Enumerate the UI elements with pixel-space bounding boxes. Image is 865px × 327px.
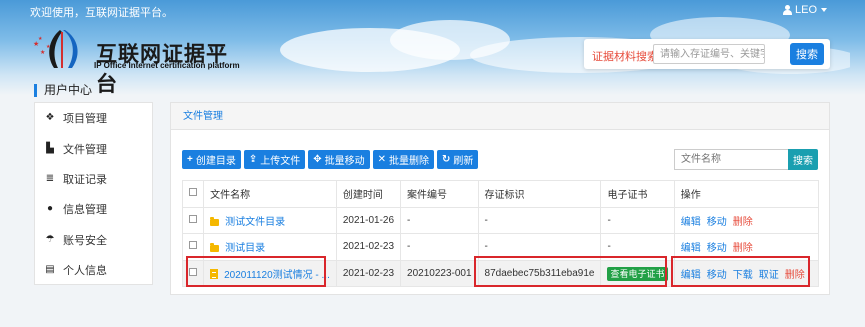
column-header: 创建时间 bbox=[335, 180, 402, 208]
delete-link[interactable]: 删除 bbox=[733, 243, 753, 254]
svg-text:★: ★ bbox=[40, 49, 45, 56]
sidebar-item-security[interactable]: ☂ 账号安全 bbox=[35, 225, 152, 255]
comment-icon: ● bbox=[46, 203, 54, 215]
table-header-row: 文件名称 创建时间 案件编号 存证标识 电子证书 操作 bbox=[181, 180, 820, 208]
evidence-search-button[interactable]: 搜索 bbox=[790, 43, 824, 65]
sidebar-item-label: 信息管理 bbox=[63, 204, 107, 217]
folder-icon bbox=[210, 243, 220, 253]
evidence-search-box: 证据材料搜索: 搜索 bbox=[584, 39, 830, 69]
case-number: - bbox=[400, 233, 479, 261]
certificate: - bbox=[600, 206, 675, 234]
times-icon: ✕ bbox=[377, 154, 387, 165]
sidebar-item-files[interactable]: ▙ 文件管理 bbox=[35, 133, 152, 163]
delete-link[interactable]: 删除 bbox=[733, 217, 753, 228]
column-header: 存证标识 bbox=[477, 180, 602, 208]
user-center-title: 用户中心 bbox=[34, 84, 92, 97]
evidence-search-input[interactable] bbox=[653, 44, 765, 64]
move-icon: ✥ bbox=[313, 154, 322, 165]
file-name-link[interactable]: 测试目录 bbox=[225, 243, 265, 254]
platform-logo[interactable]: ★ ★ ★ ★ 互联网证据平台 IP Office Internet certi… bbox=[30, 28, 240, 96]
highlight-box-evidence bbox=[474, 256, 667, 287]
cubes-icon: ❖ bbox=[45, 112, 55, 124]
column-header: 操作 bbox=[673, 180, 820, 208]
edit-link[interactable]: 编辑 bbox=[681, 217, 701, 228]
column-header: 电子证书 bbox=[600, 180, 675, 208]
upload-file-button[interactable]: ⇪ 上传文件 bbox=[243, 150, 306, 169]
plus-icon: + bbox=[187, 154, 193, 165]
row-checkbox[interactable] bbox=[189, 214, 197, 223]
case-number: - bbox=[400, 206, 479, 234]
highlight-box-file-name bbox=[186, 256, 326, 287]
row-checkbox[interactable] bbox=[189, 241, 197, 250]
created-date: 2021-01-26 bbox=[335, 206, 402, 234]
logo-subtitle: IP Office Internet certification platfor… bbox=[94, 61, 240, 70]
sidebar-item-records[interactable]: ≣ 取证记录 bbox=[35, 164, 152, 194]
table-row: 测试文件目录 2021-01-26 - - - 编辑 移动 删除 bbox=[181, 206, 820, 234]
batch-delete-button[interactable]: ✕ 批量删除 bbox=[372, 150, 435, 169]
id-card-icon: ▤ bbox=[45, 264, 55, 276]
upload-icon: ⇪ bbox=[248, 154, 258, 165]
svg-text:★: ★ bbox=[38, 36, 43, 42]
welcome-text: 欢迎使用，互联网证据平台。 bbox=[30, 7, 173, 19]
sidebar-item-label: 项目管理 bbox=[63, 113, 107, 126]
case-number: 20210223-001 bbox=[400, 259, 479, 287]
file-icon: ▙ bbox=[46, 142, 54, 154]
highlight-box-actions bbox=[671, 256, 810, 287]
database-icon: ≣ bbox=[45, 172, 55, 184]
sidebar-item-messages[interactable]: ● 信息管理 bbox=[35, 194, 152, 224]
created-date: 2021-02-23 bbox=[335, 259, 402, 287]
move-link[interactable]: 移动 bbox=[707, 243, 727, 254]
refresh-icon: ↻ bbox=[442, 154, 451, 165]
sidebar-item-label: 取证记录 bbox=[63, 173, 107, 186]
file-search-button[interactable]: 搜索 bbox=[788, 149, 818, 170]
select-all-checkbox[interactable] bbox=[189, 188, 197, 197]
umbrella-icon: ☂ bbox=[45, 233, 55, 245]
create-folder-button[interactable]: + 创建目录 bbox=[182, 150, 241, 169]
batch-move-button[interactable]: ✥ 批量移动 bbox=[308, 150, 370, 169]
logo-emblem-icon: ★ ★ ★ ★ bbox=[33, 30, 78, 68]
toolbar: + 创建目录 ⇪ 上传文件 ✥ 批量移动 ✕ 批量删除 ↻ 刷新 bbox=[182, 150, 479, 169]
file-name-link[interactable]: 测试文件目录 bbox=[225, 217, 285, 228]
edit-link[interactable]: 编辑 bbox=[681, 243, 701, 254]
sidebar-item-profile[interactable]: ▤ 个人信息 bbox=[35, 255, 152, 285]
column-header: 文件名称 bbox=[203, 180, 337, 208]
file-name-search-input[interactable] bbox=[674, 149, 789, 170]
created-date: 2021-02-23 bbox=[335, 233, 402, 261]
sidebar-item-label: 个人信息 bbox=[63, 265, 107, 278]
sidebar: ❖ 项目管理 ▙ 文件管理 ≣ 取证记录 ● 信息管理 ☂ 账号安全 ▤ 个人信… bbox=[34, 102, 153, 285]
evidence-search-label: 证据材料搜索: bbox=[592, 51, 662, 63]
sidebar-item-projects[interactable]: ❖ 项目管理 bbox=[35, 103, 152, 133]
column-header: 案件编号 bbox=[400, 180, 479, 208]
refresh-button[interactable]: ↻ 刷新 bbox=[437, 150, 479, 169]
sidebar-item-label: 文件管理 bbox=[63, 143, 107, 156]
folder-icon bbox=[210, 216, 220, 226]
sidebar-item-label: 账号安全 bbox=[63, 234, 107, 247]
move-link[interactable]: 移动 bbox=[707, 217, 727, 228]
panel-title: 文件管理 bbox=[171, 103, 829, 130]
evidence-id: - bbox=[477, 206, 602, 234]
svg-text:★: ★ bbox=[46, 44, 51, 50]
